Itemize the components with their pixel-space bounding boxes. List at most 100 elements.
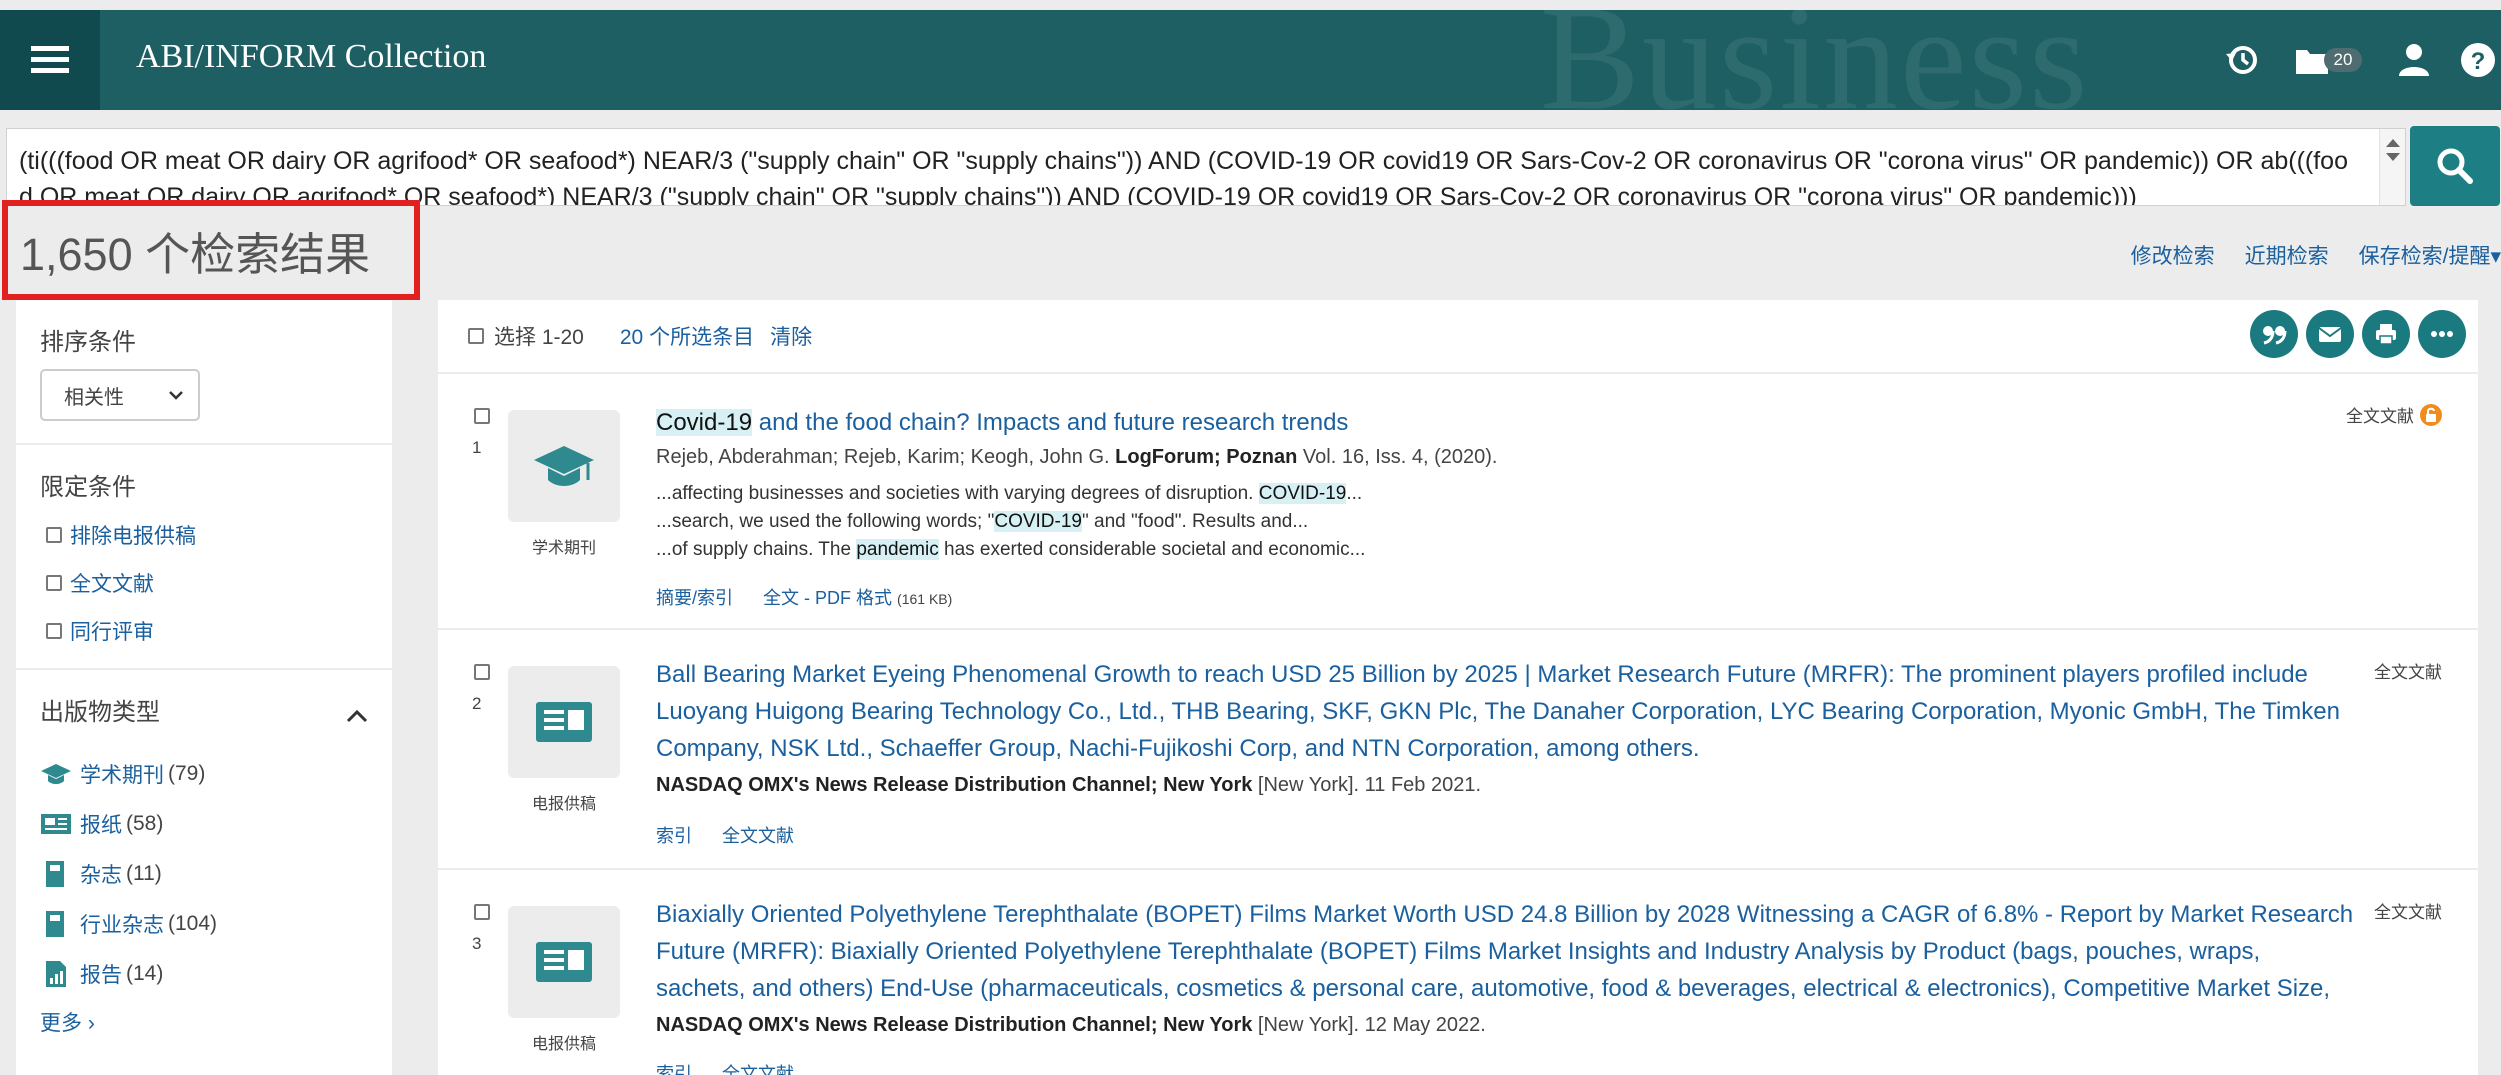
newspaper-icon xyxy=(536,942,592,982)
search-actions: 修改检索 近期检索 保存检索/提醒▾ xyxy=(2131,240,2501,270)
my-research-folder-button[interactable]: 20 xyxy=(2283,40,2373,80)
index-link[interactable]: 索引 xyxy=(656,822,692,848)
results-count: 1,650 个检索结果 xyxy=(2,200,420,300)
result-type-thumbnail[interactable] xyxy=(508,410,620,522)
pub-type-scholarly-journals[interactable]: 学术期刊 (79) xyxy=(40,759,368,789)
cite-button[interactable] xyxy=(2250,310,2298,358)
result-snippet: ...affecting businesses and societies wi… xyxy=(656,483,1366,560)
publication-type-section: 出版物类型 学术期刊 (79) 报纸 (58) 杂志 (11) 行业杂志 (104) 报… xyxy=(16,670,392,1059)
result-checkbox[interactable] xyxy=(474,408,490,424)
sort-section: 排序条件 相关性 xyxy=(16,300,392,445)
svg-text:?: ? xyxy=(2471,48,2486,75)
header-watermark: Business xyxy=(1540,10,2090,110)
full-text-indicator: 全文文献 xyxy=(2374,663,2442,682)
result-checkbox[interactable] xyxy=(474,904,490,920)
limit-peer-reviewed[interactable]: 同行评审 xyxy=(46,616,368,646)
result-number: 3 xyxy=(472,934,482,953)
journal-name: LogForum; Poznan xyxy=(1115,446,1298,468)
quote-icon xyxy=(2263,326,2287,345)
search-icon xyxy=(2437,148,2473,184)
result-actions xyxy=(2250,310,2466,358)
abstract-index-link[interactable]: 摘要/索引 xyxy=(656,584,733,610)
chevron-up-icon[interactable] xyxy=(346,709,368,723)
sort-title: 排序条件 xyxy=(40,329,136,356)
search-button[interactable] xyxy=(2410,126,2500,206)
print-button[interactable] xyxy=(2362,310,2410,358)
more-pub-types-link[interactable]: 更多 › xyxy=(40,1007,368,1037)
filter-sidebar: 排序条件 相关性 限定条件 排除电报供稿 全文文献 同行评审 出版物类型 学术期… xyxy=(16,300,392,1075)
checkbox[interactable] xyxy=(46,623,62,639)
history-icon xyxy=(2226,46,2257,74)
app-title[interactable]: ABI/INFORM Collection xyxy=(136,38,486,76)
save-search-alert-link[interactable]: 保存检索/提醒▾ xyxy=(2359,240,2501,270)
selected-items-link[interactable]: 20 个所选条目 xyxy=(620,321,754,351)
pub-type-reports[interactable]: 报告 (14) xyxy=(40,959,368,989)
scroll-down-icon[interactable] xyxy=(2386,153,2400,161)
result-type-label: 电报供稿 xyxy=(531,796,596,813)
sort-select-value: 相关性 xyxy=(64,386,124,409)
checkbox[interactable] xyxy=(46,527,62,543)
limit-section: 限定条件 排除电报供稿 全文文献 同行评审 xyxy=(16,445,392,670)
result-title-link[interactable]: Biaxially Oriented Polyethylene Terephth… xyxy=(656,896,2356,1007)
email-button[interactable] xyxy=(2306,310,2354,358)
user-account-button[interactable] xyxy=(2391,40,2437,80)
select-range-label: 选择 1-20 xyxy=(494,326,584,349)
modify-search-link[interactable]: 修改检索 xyxy=(2131,240,2215,270)
result-type-label: 学术期刊 xyxy=(531,540,596,557)
search-area: (ti(((food OR meat OR dairy OR agrifood*… xyxy=(0,110,2501,206)
scroll-up-icon[interactable] xyxy=(2386,139,2400,147)
print-icon xyxy=(2376,324,2396,345)
menu-button[interactable] xyxy=(0,10,100,110)
result-type-thumbnail[interactable] xyxy=(508,666,620,778)
result-type-thumbnail[interactable] xyxy=(508,906,620,1018)
magazine-icon xyxy=(46,861,64,887)
trade-journal-icon xyxy=(46,911,64,937)
result-source: NASDAQ OMX's News Release Distribution C… xyxy=(656,1014,1486,1036)
pub-type-newspapers[interactable]: 报纸 (58) xyxy=(40,809,368,839)
result-title-link[interactable]: Ball Bearing Market Eyeing Phenomenal Gr… xyxy=(656,656,2356,767)
sort-select[interactable]: 相关性 xyxy=(40,369,200,421)
result-number: 1 xyxy=(472,438,482,457)
results-panel: 选择 1-20 20 个所选条目 清除 1 学术期刊 Covid-19 and … xyxy=(438,300,2478,1075)
history-button[interactable] xyxy=(2219,40,2265,80)
select-all-checkbox[interactable] xyxy=(468,328,484,344)
result-links: 索引 全文文献 xyxy=(656,1060,794,1075)
search-input-scrollbar[interactable] xyxy=(2379,129,2405,205)
index-link[interactable]: 索引 xyxy=(656,1060,692,1075)
help-icon: ? xyxy=(2461,43,2495,77)
limit-title: 限定条件 xyxy=(40,474,136,501)
limit-exclude-wire-feeds[interactable]: 排除电报供稿 xyxy=(46,520,368,550)
full-text-indicator: 全文文献 xyxy=(2374,903,2442,922)
help-button[interactable]: ? xyxy=(2455,40,2501,80)
result-type-label: 电报供稿 xyxy=(531,1036,596,1053)
result-title-link[interactable]: Covid-19 and the food chain? Impacts and… xyxy=(656,404,2356,441)
search-query-input[interactable]: (ti(((food OR meat OR dairy OR agrifood*… xyxy=(6,128,2406,206)
title-highlight: Covid-19 xyxy=(656,409,753,436)
result-source: Rejeb, Abderahman; Rejeb, Karim; Keogh, … xyxy=(656,446,1498,468)
checkbox[interactable] xyxy=(46,575,62,591)
email-icon xyxy=(2318,327,2342,342)
hamburger-icon xyxy=(31,46,69,73)
pub-type-trade-journals[interactable]: 行业杂志 (104) xyxy=(40,909,368,939)
limit-full-text[interactable]: 全文文献 xyxy=(46,568,368,598)
report-icon xyxy=(46,961,66,987)
recent-searches-link[interactable]: 近期检索 xyxy=(2245,240,2329,270)
full-text-pdf-link[interactable]: 全文 - PDF 格式 (161 KB) xyxy=(763,584,952,610)
more-actions-button[interactable] xyxy=(2418,310,2466,358)
top-header: ABI/INFORM Collection Business 20 ? xyxy=(0,10,2501,110)
clear-selection-link[interactable]: 清除 xyxy=(770,321,812,351)
chevron-down-icon xyxy=(169,391,183,400)
result-checkbox[interactable] xyxy=(474,664,490,680)
result-item: 1 学术期刊 Covid-19 and the food chain? Impa… xyxy=(438,374,2478,630)
graduation-cap-icon xyxy=(534,446,594,486)
full-text-indicator: 全文文献 xyxy=(2346,402,2442,427)
user-icon xyxy=(2399,44,2429,76)
newspaper-icon xyxy=(41,814,71,834)
full-text-link[interactable]: 全文文献 xyxy=(722,1060,794,1075)
newspaper-icon xyxy=(536,702,592,742)
pub-type-magazines[interactable]: 杂志 (11) xyxy=(40,859,368,889)
result-links: 摘要/索引 全文 - PDF 格式 (161 KB) xyxy=(656,584,952,610)
open-access-icon xyxy=(2420,403,2442,426)
result-item: 3 电报供稿 Biaxially Oriented Polyethylene T… xyxy=(438,870,2478,1075)
full-text-link[interactable]: 全文文献 xyxy=(722,822,794,848)
